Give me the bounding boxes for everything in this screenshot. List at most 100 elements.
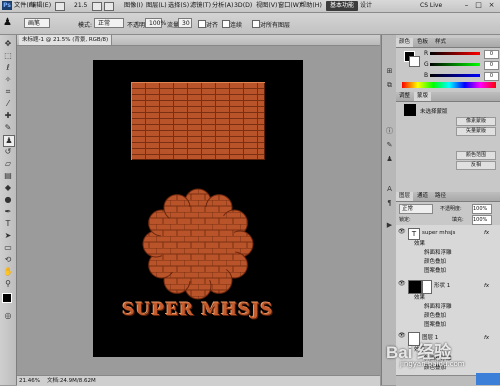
blend-mode-select[interactable]: 正常	[399, 204, 433, 214]
tab-paths[interactable]: 路径	[432, 192, 449, 201]
blue-value[interactable]: 0	[484, 72, 499, 81]
red-slider[interactable]	[430, 52, 480, 55]
blur-tool-icon[interactable]: ◆	[3, 183, 13, 193]
red-value[interactable]: 0	[484, 50, 499, 59]
actions-icon[interactable]: ▶	[385, 221, 394, 230]
layer-row-text[interactable]: 👁 T super mhsjs fx	[396, 227, 500, 240]
brush-tool-icon[interactable]: ✎	[3, 123, 13, 133]
document-tab[interactable]: 未标题-1 @ 21.5% (背景, RGB/8)	[19, 35, 113, 45]
shape-layer-thumbnail	[408, 280, 422, 294]
channel-r-label: R	[424, 50, 429, 57]
fx-icon[interactable]: fx	[484, 228, 489, 238]
menu-item[interactable]: 图层(L)	[146, 1, 167, 11]
3d-rotate-tool-icon[interactable]: ⟲	[3, 255, 13, 265]
type-tool-icon[interactable]: T	[3, 219, 13, 229]
tab-color[interactable]: 颜色	[396, 38, 414, 47]
workspace-design[interactable]: 设计	[357, 1, 375, 11]
lasso-tool-icon[interactable]: ℓ	[3, 63, 13, 73]
channel-b-label: B	[424, 72, 429, 79]
history-brush-tool-icon[interactable]: ↺	[3, 147, 13, 157]
effect-row[interactable]: 图案叠加	[396, 266, 500, 276]
menu-item[interactable]: 窗口(W)	[278, 1, 301, 11]
menu-item[interactable]: 分析(A)	[212, 1, 233, 11]
tab-masks[interactable]: 蒙版	[414, 92, 432, 101]
path-selection-tool-icon[interactable]: ➤	[3, 231, 13, 241]
invert-button[interactable]: 反相	[456, 161, 496, 170]
color-background-swatch[interactable]	[409, 56, 420, 67]
mode-select[interactable]: 正常	[94, 18, 124, 28]
green-slider[interactable]	[430, 63, 480, 66]
fx-icon[interactable]: fx	[484, 281, 489, 291]
tab-swatches[interactable]: 色板	[414, 38, 431, 47]
layer-row-shape[interactable]: 👁 形状 1 fx	[396, 279, 500, 294]
arrange-documents-icon[interactable]	[92, 2, 102, 11]
launch-bridge-icon[interactable]	[55, 2, 65, 11]
character-icon[interactable]: A	[385, 185, 394, 194]
eyedropper-tool-icon[interactable]: ⁄	[3, 99, 13, 109]
tab-adjustments[interactable]: 调整	[396, 92, 413, 101]
blue-slider[interactable]	[430, 74, 480, 77]
fx-icon[interactable]: fx	[484, 333, 489, 343]
history-icon[interactable]: ⧉	[385, 81, 394, 90]
visibility-eye-icon[interactable]: 👁	[398, 279, 406, 289]
screen-mode-icon[interactable]	[104, 2, 114, 11]
navigator-icon[interactable]: ⊞	[385, 67, 394, 76]
zoom-level[interactable]: 21.5	[74, 1, 87, 11]
clone-source-icon[interactable]: ♟	[385, 155, 394, 164]
vector-mask-button[interactable]: 矢量蒙版	[456, 127, 496, 136]
tab-layers[interactable]: 图层	[396, 192, 414, 201]
effect-row[interactable]: 图案叠加	[396, 320, 500, 330]
move-tool-icon[interactable]: ✥	[3, 39, 13, 49]
quick-mask-icon[interactable]: ◎	[3, 311, 13, 321]
menu-item[interactable]: 滤镜(T)	[190, 1, 211, 11]
minimize-icon[interactable]: –	[462, 1, 471, 10]
menu-edit[interactable]: 编辑(E)	[30, 1, 51, 11]
vector-mask-thumbnail	[422, 280, 432, 294]
visibility-eye-icon[interactable]: 👁	[398, 227, 406, 237]
clone-stamp-icon[interactable]: ♟	[3, 16, 15, 29]
sample-all-checkbox[interactable]	[252, 20, 260, 28]
maximize-icon[interactable]: □	[474, 1, 483, 10]
brush-panel-icon[interactable]: ✎	[385, 141, 394, 150]
info-icon[interactable]: ⓘ	[385, 127, 394, 136]
cs-live-button[interactable]: CS Live	[420, 1, 442, 11]
fill-input[interactable]: 100%	[472, 215, 492, 225]
effects-label: 效果	[414, 295, 426, 301]
pixel-mask-button[interactable]: 像素蒙版	[456, 117, 496, 126]
workspace-essentials[interactable]: 基本功能	[326, 1, 359, 11]
layer-name: 形状 1	[434, 283, 451, 289]
clone-stamp-tool-icon[interactable]: ♟	[3, 135, 15, 147]
magic-wand-tool-icon[interactable]: ✧	[3, 75, 13, 85]
hand-tool-icon[interactable]: ✋	[3, 267, 13, 277]
brush-preset-picker[interactable]: 画笔	[24, 18, 50, 28]
tab-styles[interactable]: 样式	[432, 38, 449, 47]
healing-brush-tool-icon[interactable]: ✚	[3, 111, 13, 121]
menu-item[interactable]: 视图(V)	[256, 1, 277, 11]
green-value[interactable]: 0	[484, 61, 499, 70]
gradient-tool-icon[interactable]: ▤	[3, 171, 13, 181]
menu-item[interactable]: 3D(D)	[234, 1, 252, 11]
dodge-tool-icon[interactable]: ●	[3, 195, 13, 205]
tab-channels[interactable]: 通道	[414, 192, 431, 201]
options-bar: ♟ 画笔 模式: 正常 不透明度: 100% 流量: 30 对齐 连续 对所有图…	[0, 13, 500, 35]
mode-label: 模式:	[78, 22, 93, 29]
shape-tool-icon[interactable]: ▭	[3, 243, 13, 253]
continuous-checkbox[interactable]	[222, 20, 230, 28]
flow-input[interactable]: 30	[178, 18, 192, 28]
color-range-button[interactable]: 颜色范围	[456, 151, 496, 160]
menu-item[interactable]: 图像(I)	[124, 1, 143, 11]
menu-item[interactable]: 选择(S)	[168, 1, 189, 11]
paragraph-icon[interactable]: ¶	[385, 199, 394, 208]
foreground-color-swatch[interactable]	[2, 293, 12, 303]
marquee-tool-icon[interactable]: ⬚	[3, 51, 13, 61]
opacity-input[interactable]: 100%	[145, 18, 166, 28]
close-icon[interactable]: ×	[487, 1, 496, 10]
pen-tool-icon[interactable]: ✒	[3, 207, 13, 217]
menu-item[interactable]: 帮助(H)	[300, 1, 322, 11]
zoom-tool-icon[interactable]: ⚲	[3, 279, 13, 289]
aligned-checkbox[interactable]	[198, 20, 206, 28]
layer-opacity-input[interactable]: 100%	[472, 204, 492, 214]
crop-tool-icon[interactable]: ⌗	[3, 87, 13, 97]
eraser-tool-icon[interactable]: ▱	[3, 159, 13, 169]
color-ramp[interactable]	[402, 82, 496, 88]
